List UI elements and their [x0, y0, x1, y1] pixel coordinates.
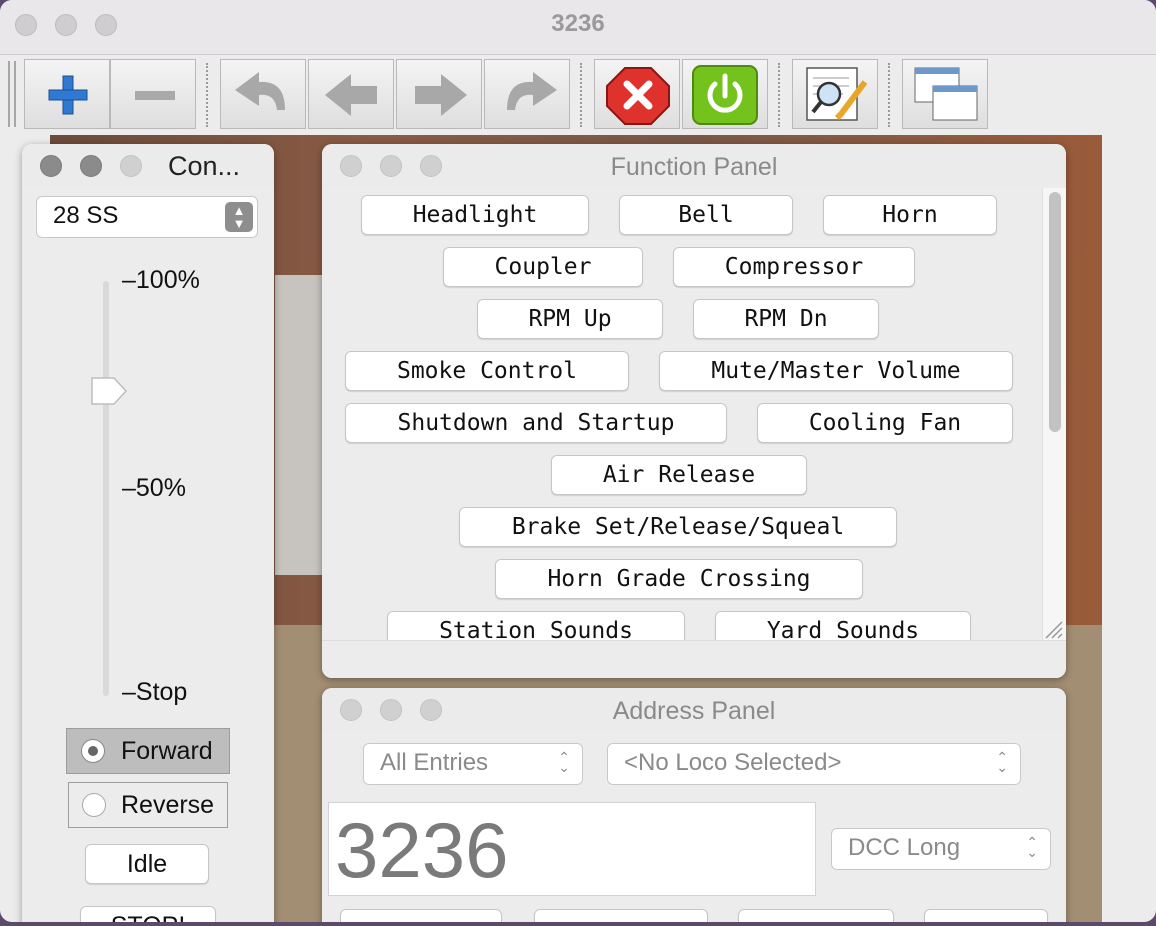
toolbar-separator	[778, 63, 782, 127]
protocol-select[interactable]: DCC Long ⌃ ⌄	[831, 828, 1051, 870]
add-button[interactable]	[24, 59, 110, 129]
function-panel-footer	[322, 640, 1066, 678]
function-button[interactable]: Bell	[619, 195, 793, 235]
address-panel-button[interactable]	[340, 909, 502, 922]
entries-select[interactable]: All Entries ⌃ ⌄	[363, 743, 583, 785]
function-button-area: Headlight Bell Horn Coupler Compressor R…	[322, 188, 1046, 640]
function-button[interactable]: Headlight	[361, 195, 589, 235]
address-panel-title: Address Panel	[612, 697, 776, 725]
right-arrow-icon	[415, 74, 467, 116]
speed-slider-track[interactable]	[103, 281, 109, 696]
address-panel-title-bar: Address Panel	[322, 688, 1066, 732]
toolbar-separator	[580, 63, 584, 127]
reverse-radio[interactable]: Reverse	[68, 782, 228, 828]
function-panel-scrollbar[interactable]	[1042, 188, 1066, 640]
resize-grip-icon[interactable]	[1042, 618, 1064, 640]
chevron-updown-icon: ⌃ ⌄	[558, 749, 570, 775]
function-button[interactable]: Horn	[823, 195, 997, 235]
left-arrow-icon	[325, 74, 377, 116]
address-panel-window: Address Panel All Entries ⌃ ⌄ <No Loco Se…	[322, 688, 1066, 922]
window-title: 3236	[551, 10, 605, 37]
undo-button[interactable]	[220, 59, 306, 129]
control-minimize-button[interactable]	[80, 155, 102, 177]
control-title-bar: Con...	[22, 144, 274, 188]
magnifier-pencil-icon	[806, 67, 868, 121]
redo-icon	[507, 72, 557, 110]
undo-icon	[235, 72, 285, 110]
windows-icon	[914, 67, 978, 121]
address-panel-button[interactable]	[534, 909, 708, 922]
function-panel-title-bar: Function Panel	[322, 144, 1066, 188]
speed-label-stop: –Stop	[122, 678, 188, 706]
title-bar: 3236	[0, 0, 1156, 55]
function-button[interactable]: Shutdown and Startup	[345, 403, 727, 443]
remove-button[interactable]	[110, 59, 196, 129]
address-panel-button[interactable]	[738, 909, 894, 922]
radio-selected-icon	[81, 739, 105, 763]
entries-select-value: All Entries	[380, 749, 489, 776]
plus-icon	[48, 75, 88, 115]
loco-select-value: <No Loco Selected>	[624, 749, 842, 776]
address-panel-button[interactable]	[924, 909, 1048, 922]
speed-steps-value: 28 SS	[53, 202, 119, 229]
function-button[interactable]: Smoke Control	[345, 351, 629, 391]
chevron-updown-icon: ▲ ▼	[225, 202, 253, 232]
function-panel-window: Function Panel Headlight Bell Horn Coupl…	[322, 144, 1066, 678]
speed-slider-thumb[interactable]	[90, 376, 128, 406]
toolbar	[0, 55, 1156, 135]
function-panel-title: Function Panel	[610, 153, 778, 181]
function-button[interactable]: RPM Up	[477, 299, 663, 339]
toolbar-separator	[206, 63, 210, 127]
control-title: Con...	[168, 151, 241, 181]
loco-select[interactable]: <No Loco Selected> ⌃ ⌄	[607, 743, 1021, 785]
main-window: 3236 Con... 28 SS ▲ ▼ –100% –50% –Stop F…	[0, 0, 1156, 922]
chevron-updown-icon: ⌃ ⌄	[1026, 834, 1038, 860]
address-input[interactable]: 3236	[328, 802, 816, 896]
edit-button[interactable]	[792, 59, 878, 129]
function-button[interactable]: Coupler	[443, 247, 643, 287]
speed-label-max: –100%	[122, 266, 200, 294]
stop-button[interactable]	[594, 59, 680, 129]
idle-button[interactable]: Idle	[85, 844, 209, 884]
function-button[interactable]: Mute/Master Volume	[659, 351, 1013, 391]
speed-label-mid: –50%	[122, 474, 186, 502]
scrollbar-thumb[interactable]	[1049, 192, 1061, 432]
stop-sign-icon	[606, 67, 670, 125]
protocol-select-value: DCC Long	[848, 834, 961, 861]
forward-radio[interactable]: Forward	[66, 728, 230, 774]
speed-steps-select[interactable]: 28 SS ▲ ▼	[36, 196, 258, 238]
function-button[interactable]: Yard Sounds	[715, 611, 971, 640]
function-button[interactable]: Station Sounds	[387, 611, 685, 640]
back-button[interactable]	[308, 59, 394, 129]
control-close-button[interactable]	[40, 155, 62, 177]
toolbar-grip	[8, 61, 10, 127]
function-button[interactable]: Air Release	[551, 455, 807, 495]
radio-unselected-icon	[82, 793, 106, 817]
control-window: Con... 28 SS ▲ ▼ –100% –50% –Stop Forward…	[22, 144, 274, 922]
stop-speed-button[interactable]: STOP!	[80, 906, 216, 922]
function-button[interactable]: Horn Grade Crossing	[495, 559, 863, 599]
function-button[interactable]: Compressor	[673, 247, 915, 287]
function-button[interactable]: Brake Set/Release/Squeal	[459, 507, 897, 547]
redo-button[interactable]	[484, 59, 570, 129]
windows-button[interactable]	[902, 59, 988, 129]
reverse-label: Reverse	[121, 791, 215, 819]
toolbar-grip	[14, 61, 16, 127]
power-button[interactable]	[682, 59, 768, 129]
toolbar-separator	[888, 63, 892, 127]
chevron-updown-icon: ⌃ ⌄	[996, 749, 1008, 775]
function-button[interactable]: RPM Dn	[693, 299, 879, 339]
control-zoom-button[interactable]	[120, 155, 142, 177]
minus-icon	[135, 91, 175, 100]
forward-label: Forward	[121, 737, 213, 765]
power-icon	[692, 65, 758, 125]
forward-button[interactable]	[396, 59, 482, 129]
function-button[interactable]: Cooling Fan	[757, 403, 1013, 443]
